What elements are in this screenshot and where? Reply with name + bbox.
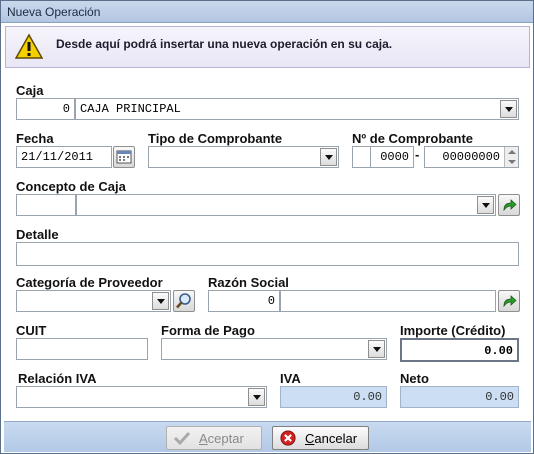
comprobante-number-input[interactable]: 00000000 — [424, 146, 519, 168]
accept-mnemonic: A — [199, 431, 208, 446]
accept-button[interactable]: Aceptar — [166, 426, 262, 450]
comprobante-number-spinner[interactable] — [504, 147, 518, 167]
razon-social-label: Razón Social — [208, 275, 289, 290]
search-proveedor-button[interactable] — [173, 290, 195, 312]
green-arrow-icon — [503, 199, 517, 212]
cancel-mnemonic: C — [305, 431, 315, 446]
detalle-input[interactable] — [16, 242, 519, 266]
concepto-dropdown-button[interactable] — [477, 196, 494, 214]
detalle-label: Detalle — [16, 227, 59, 242]
relacion-iva-dropdown-button[interactable] — [248, 388, 265, 406]
tipo-comprobante-select[interactable] — [148, 146, 339, 168]
comprobante-prefix-input[interactable]: 0000 — [370, 146, 414, 168]
forma-pago-dropdown-button[interactable] — [368, 340, 385, 358]
fecha-label: Fecha — [16, 131, 54, 146]
nro-comprobante-label: Nº de Comprobante — [352, 131, 474, 146]
calendar-button[interactable] — [113, 146, 135, 168]
importe-label: Importe (Crédito) — [400, 323, 506, 338]
caja-name-value: CAJA PRINCIPAL — [80, 102, 181, 116]
tipo-comprobante-dropdown-button[interactable] — [320, 148, 337, 166]
razon-social-input[interactable] — [280, 290, 496, 312]
tipo-comprobante-label: Tipo de Comprobante — [148, 131, 283, 146]
caja-code-input[interactable]: 0 — [16, 98, 75, 120]
relacion-iva-select[interactable] — [16, 386, 267, 408]
cuit-input[interactable] — [16, 338, 148, 360]
info-banner: Desde aquí podrá insertar una nueva oper… — [5, 26, 530, 68]
magnifier-icon — [176, 293, 191, 309]
forma-pago-label: Forma de Pago — [161, 323, 255, 338]
cuit-label: CUIT — [16, 323, 47, 338]
categoria-proveedor-dropdown-button[interactable] — [152, 292, 169, 310]
concepto-code-input[interactable] — [16, 194, 76, 216]
importe-input[interactable]: 0.00 — [400, 338, 519, 362]
title-bar[interactable]: Nueva Operación — [1, 1, 533, 23]
razon-social-code-input[interactable]: 0 — [208, 290, 280, 312]
concepto-label: Concepto de Caja — [16, 179, 126, 194]
caja-label: Caja — [16, 83, 44, 98]
categoria-proveedor-label: Categoría de Proveedor — [16, 275, 163, 290]
green-arrow-icon — [503, 295, 517, 308]
cancel-icon — [280, 430, 296, 446]
caja-dropdown-button[interactable] — [500, 100, 517, 118]
cancel-label: ancelar — [314, 431, 358, 446]
caja-select[interactable]: CAJA PRINCIPAL — [75, 98, 519, 120]
concepto-select[interactable] — [76, 194, 496, 216]
iva-field: 0.00 — [280, 386, 387, 408]
comprobante-letter-input[interactable] — [352, 146, 371, 168]
banner-message: Desde aquí podrá insertar una nueva oper… — [56, 37, 393, 51]
warning-icon — [15, 33, 43, 59]
iva-label: IVA — [280, 371, 301, 386]
nueva-operacion-window: Nueva Operación Desde aquí podrá inserta… — [0, 0, 534, 454]
concepto-go-button[interactable] — [498, 194, 520, 216]
comprobante-number-value: 00000000 — [442, 150, 500, 164]
comprobante-separator: - — [415, 147, 420, 162]
calendar-icon — [116, 150, 132, 164]
button-bar: Aceptar Cancelar — [4, 421, 531, 452]
neto-label: Neto — [400, 371, 429, 386]
window-title: Nueva Operación — [7, 5, 101, 19]
neto-field: 0.00 — [400, 386, 519, 408]
razon-social-go-button[interactable] — [498, 290, 520, 312]
relacion-iva-label: Relación IVA — [18, 371, 97, 386]
forma-pago-select[interactable] — [161, 338, 387, 360]
categoria-proveedor-select[interactable] — [16, 290, 171, 312]
cancel-button[interactable]: Cancelar — [272, 426, 369, 450]
checkmark-icon — [173, 431, 191, 446]
fecha-input[interactable]: 21/11/2011 — [16, 146, 112, 168]
accept-label: ceptar — [207, 431, 244, 446]
